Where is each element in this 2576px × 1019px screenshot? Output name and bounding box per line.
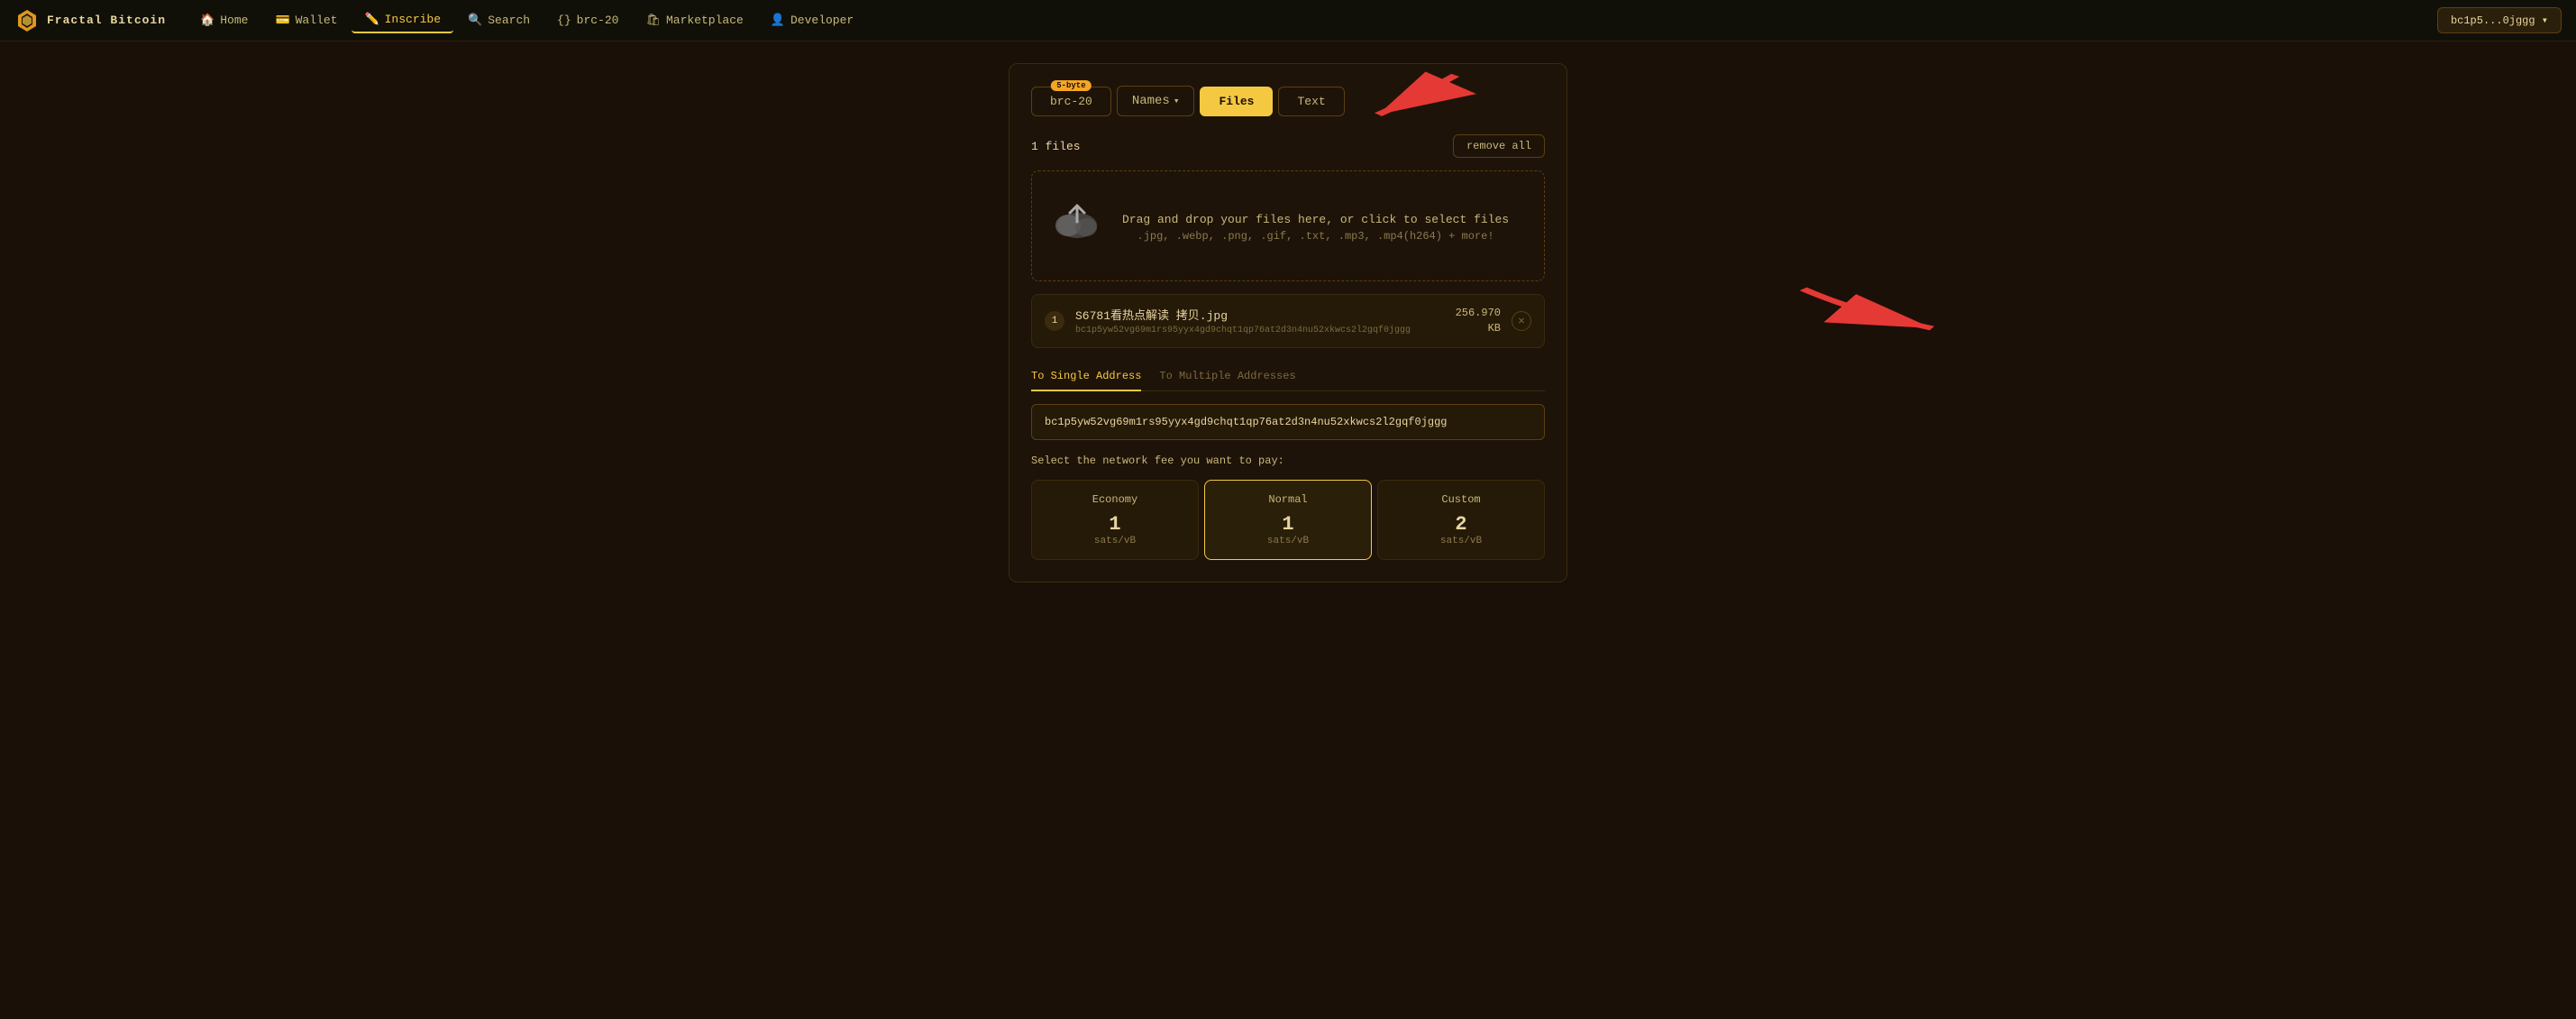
inscribe-card: 5-byte brc-20 Names ▾ Files Text 1 files… bbox=[1009, 63, 1567, 583]
developer-icon: 👤 bbox=[771, 14, 785, 27]
address-input[interactable] bbox=[1031, 404, 1545, 440]
chevron-down-icon: ▾ bbox=[1174, 95, 1180, 107]
wallet-connect-button[interactable]: bc1p5...0jggg ▾ bbox=[2437, 7, 2562, 33]
drop-zone-subtitle: .jpg, .webp, .png, .gif, .txt, .mp3, .mp… bbox=[1122, 230, 1509, 243]
file-drop-zone[interactable]: Drag and drop your files here, or click … bbox=[1031, 170, 1545, 281]
files-count: 1 files bbox=[1031, 140, 1081, 153]
brc20-badge: 5-byte bbox=[1051, 80, 1091, 91]
home-icon: 🏠 bbox=[200, 14, 215, 27]
fee-custom[interactable]: Custom 2 sats/vB bbox=[1377, 480, 1545, 560]
search-icon: 🔍 bbox=[468, 14, 482, 27]
navbar: Fractal Bitcoin 🏠 Home 💳 Wallet ✏️ Inscr… bbox=[0, 0, 2576, 41]
file-info: S6781看热点解读 拷贝.jpg bc1p5yw52vg69m1rs95yyx… bbox=[1075, 306, 1445, 335]
nav-marketplace[interactable]: 🛍 Marketplace bbox=[633, 8, 755, 32]
files-header: 1 files remove all bbox=[1031, 134, 1545, 158]
brand-logo[interactable]: Fractal Bitcoin bbox=[14, 8, 166, 33]
file-number: 1 bbox=[1045, 311, 1064, 331]
brc20-icon: {} bbox=[557, 14, 571, 27]
nav-home[interactable]: 🏠 Home bbox=[187, 8, 260, 32]
tab-bar: 5-byte brc-20 Names ▾ Files Text bbox=[1031, 86, 1545, 116]
nav-developer[interactable]: 👤 Developer bbox=[758, 8, 866, 32]
file-size: 256.970 KB bbox=[1456, 306, 1501, 336]
tab-brc20[interactable]: 5-byte brc-20 bbox=[1031, 87, 1111, 116]
nav-wallet[interactable]: 💳 Wallet bbox=[262, 8, 350, 32]
nav-brc20[interactable]: {} brc-20 bbox=[544, 8, 631, 32]
file-item: 1 S6781看热点解读 拷贝.jpg bc1p5yw52vg69m1rs95y… bbox=[1031, 294, 1545, 348]
drop-zone-text: Drag and drop your files here, or click … bbox=[1122, 209, 1509, 230]
marketplace-icon: 🛍 bbox=[645, 14, 661, 27]
fee-economy[interactable]: Economy 1 sats/vB bbox=[1031, 480, 1199, 560]
fee-options: Economy 1 sats/vB Normal 1 sats/vB Custo… bbox=[1031, 480, 1545, 560]
tab-names[interactable]: Names ▾ bbox=[1117, 86, 1195, 116]
file-address: bc1p5yw52vg69m1rs95yyx4gd9chqt1qp76at2d3… bbox=[1075, 326, 1445, 335]
nav-search[interactable]: 🔍 Search bbox=[455, 8, 543, 32]
inscribe-icon: ✏️ bbox=[364, 13, 379, 26]
file-remove-button[interactable]: ✕ bbox=[1512, 311, 1531, 331]
tab-text[interactable]: Text bbox=[1278, 87, 1344, 116]
tab-files[interactable]: Files bbox=[1200, 87, 1273, 116]
addr-tab-single[interactable]: To Single Address bbox=[1031, 363, 1141, 391]
nav-items: 🏠 Home 💳 Wallet ✏️ Inscribe 🔍 Search {} … bbox=[187, 7, 2437, 33]
nav-inscribe[interactable]: ✏️ Inscribe bbox=[352, 7, 453, 33]
wallet-icon: 💳 bbox=[275, 14, 289, 27]
fee-normal[interactable]: Normal 1 sats/vB bbox=[1204, 480, 1372, 560]
addr-tab-multiple[interactable]: To Multiple Addresses bbox=[1159, 363, 1295, 391]
file-name: S6781看热点解读 拷贝.jpg bbox=[1075, 306, 1445, 323]
main-content: 5-byte brc-20 Names ▾ Files Text 1 files… bbox=[0, 41, 2576, 604]
fee-label: Select the network fee you want to pay: bbox=[1031, 454, 1545, 467]
remove-all-button[interactable]: remove all bbox=[1453, 134, 1545, 158]
upload-cloud-icon bbox=[1050, 197, 1104, 255]
brand-name: Fractal Bitcoin bbox=[47, 14, 166, 27]
address-tabs: To Single Address To Multiple Addresses bbox=[1031, 363, 1545, 391]
